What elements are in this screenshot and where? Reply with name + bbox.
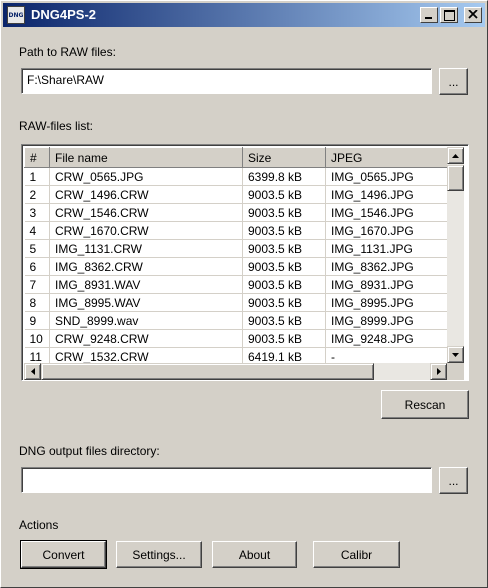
table-row[interactable]: 6 IMG_8362.CRW 9003.5 kB IMG_8362.JPG bbox=[24, 257, 447, 276]
raw-files-list[interactable]: # File name Size JPEG 1 CRW_0565.JPG 6399.… bbox=[21, 144, 469, 381]
vertical-scrollbar[interactable] bbox=[447, 147, 464, 363]
raw-list-label: RAW-files list: bbox=[19, 119, 94, 133]
horizontal-scrollbar[interactable] bbox=[24, 363, 447, 380]
table-row[interactable]: 3 CRW_1546.CRW 9003.5 kB IMG_1546.JPG bbox=[24, 203, 447, 222]
row-jpeg: IMG_8931.JPG bbox=[325, 275, 447, 294]
row-size: 9003.5 kB bbox=[242, 203, 326, 222]
row-jpeg: IMG_8362.JPG bbox=[325, 257, 447, 276]
table-header-row: # File name Size JPEG bbox=[24, 147, 447, 168]
column-header-number[interactable]: # bbox=[24, 147, 50, 168]
row-size: 9003.5 kB bbox=[242, 275, 326, 294]
table-row[interactable]: 1 CRW_0565.JPG 6399.8 kB IMG_0565.JPG bbox=[24, 167, 447, 186]
dng-app-icon: DNG bbox=[7, 6, 25, 24]
title-bar[interactable]: DNG DNG4PS-2 bbox=[3, 3, 485, 27]
row-jpeg: IMG_8999.JPG bbox=[325, 311, 447, 330]
close-button[interactable] bbox=[464, 7, 482, 23]
vertical-scroll-thumb[interactable] bbox=[447, 165, 464, 191]
minimize-button[interactable] bbox=[420, 7, 438, 23]
table-row[interactable]: 5 IMG_1131.CRW 9003.5 kB IMG_1131.JPG bbox=[24, 239, 447, 258]
close-icon bbox=[468, 10, 478, 19]
row-jpeg: IMG_1546.JPG bbox=[325, 203, 447, 222]
column-header-file-name[interactable]: File name bbox=[49, 147, 243, 168]
row-jpeg: IMG_1670.JPG bbox=[325, 221, 447, 240]
row-jpeg: IMG_1496.JPG bbox=[325, 185, 447, 204]
row-size: 9003.5 kB bbox=[242, 311, 326, 330]
raw-files-table-view: # File name Size JPEG 1 CRW_0565.JPG 6399.… bbox=[24, 147, 447, 363]
horizontal-scroll-thumb[interactable] bbox=[41, 363, 374, 380]
row-number: 10 bbox=[24, 329, 50, 348]
row-file-name: IMG_8995.WAV bbox=[49, 293, 243, 312]
row-size: 6419.1 kB bbox=[242, 347, 326, 363]
table-row[interactable]: 7 IMG_8931.WAV 9003.5 kB IMG_8931.JPG bbox=[24, 275, 447, 294]
scroll-left-button[interactable] bbox=[24, 363, 41, 380]
window-title: DNG4PS-2 bbox=[31, 7, 97, 22]
rescan-button[interactable]: Rescan bbox=[381, 390, 469, 419]
row-number: 1 bbox=[24, 167, 50, 186]
table-row[interactable]: 4 CRW_1670.CRW 9003.5 kB IMG_1670.JPG bbox=[24, 221, 447, 240]
column-header-size[interactable]: Size bbox=[242, 147, 326, 168]
row-size: 9003.5 kB bbox=[242, 221, 326, 240]
row-size: 9003.5 kB bbox=[242, 239, 326, 258]
arrow-down-icon bbox=[452, 352, 459, 357]
row-file-name: CRW_9248.CRW bbox=[49, 329, 243, 348]
row-file-name: CRW_1546.CRW bbox=[49, 203, 243, 222]
row-number: 5 bbox=[24, 239, 50, 258]
dng-output-browse-button[interactable]: ... bbox=[439, 467, 468, 494]
arrow-up-icon bbox=[452, 153, 459, 158]
table-row[interactable]: 2 CRW_1496.CRW 9003.5 kB IMG_1496.JPG bbox=[24, 185, 447, 204]
row-file-name: CRW_1670.CRW bbox=[49, 221, 243, 240]
row-size: 9003.5 kB bbox=[242, 185, 326, 204]
row-file-name: IMG_8362.CRW bbox=[49, 257, 243, 276]
dng-output-label: DNG output files directory: bbox=[19, 444, 160, 458]
maximize-button[interactable] bbox=[440, 7, 458, 23]
row-number: 2 bbox=[24, 185, 50, 204]
arrow-left-icon bbox=[30, 368, 35, 375]
actions-label: Actions bbox=[19, 518, 59, 532]
table-row[interactable]: 11 CRW_1532.CRW 6419.1 kB - bbox=[24, 347, 447, 363]
about-button[interactable]: About bbox=[212, 541, 297, 568]
arrow-right-icon bbox=[436, 368, 441, 375]
raw-path-input[interactable]: F:\Share\RAW bbox=[21, 68, 432, 94]
scroll-down-button[interactable] bbox=[447, 346, 464, 363]
convert-button[interactable]: Convert bbox=[20, 540, 107, 569]
scroll-up-button[interactable] bbox=[447, 147, 464, 164]
raw-path-label: Path to RAW files: bbox=[19, 45, 116, 59]
row-file-name: CRW_1496.CRW bbox=[49, 185, 243, 204]
column-header-jpeg[interactable]: JPEG bbox=[325, 147, 447, 168]
main-window: DNG DNG4PS-2 Path to RAW files: F:\Share… bbox=[0, 0, 488, 588]
scroll-right-button[interactable] bbox=[430, 363, 447, 380]
row-jpeg: IMG_1131.JPG bbox=[325, 239, 447, 258]
dng-output-input[interactable] bbox=[21, 467, 432, 493]
row-number: 9 bbox=[24, 311, 50, 330]
row-file-name: IMG_8931.WAV bbox=[49, 275, 243, 294]
row-jpeg: IMG_0565.JPG bbox=[325, 167, 447, 186]
row-size: 9003.5 kB bbox=[242, 257, 326, 276]
row-file-name: IMG_1131.CRW bbox=[49, 239, 243, 258]
row-number: 3 bbox=[24, 203, 50, 222]
table-row[interactable]: 8 IMG_8995.WAV 9003.5 kB IMG_8995.JPG bbox=[24, 293, 447, 312]
settings-button[interactable]: Settings... bbox=[116, 541, 202, 568]
scrollbar-corner bbox=[447, 363, 464, 380]
row-jpeg: - bbox=[325, 347, 447, 363]
row-number: 7 bbox=[24, 275, 50, 294]
row-number: 4 bbox=[24, 221, 50, 240]
row-file-name: CRW_0565.JPG bbox=[49, 167, 243, 186]
row-number: 11 bbox=[24, 347, 50, 363]
row-file-name: CRW_1532.CRW bbox=[49, 347, 243, 363]
row-number: 6 bbox=[24, 257, 50, 276]
row-number: 8 bbox=[24, 293, 50, 312]
table-row[interactable]: 9 SND_8999.wav 9003.5 kB IMG_8999.JPG bbox=[24, 311, 447, 330]
row-jpeg: IMG_9248.JPG bbox=[325, 329, 447, 348]
raw-files-table: # File name Size JPEG 1 CRW_0565.JPG 6399.… bbox=[24, 147, 447, 363]
row-jpeg: IMG_8995.JPG bbox=[325, 293, 447, 312]
row-size: 6399.8 kB bbox=[242, 167, 326, 186]
row-size: 9003.5 kB bbox=[242, 293, 326, 312]
row-file-name: SND_8999.wav bbox=[49, 311, 243, 330]
table-row[interactable]: 10 CRW_9248.CRW 9003.5 kB IMG_9248.JPG bbox=[24, 329, 447, 348]
row-size: 9003.5 kB bbox=[242, 329, 326, 348]
calibr-button[interactable]: Calibr bbox=[313, 541, 400, 568]
raw-path-browse-button[interactable]: ... bbox=[439, 68, 468, 95]
